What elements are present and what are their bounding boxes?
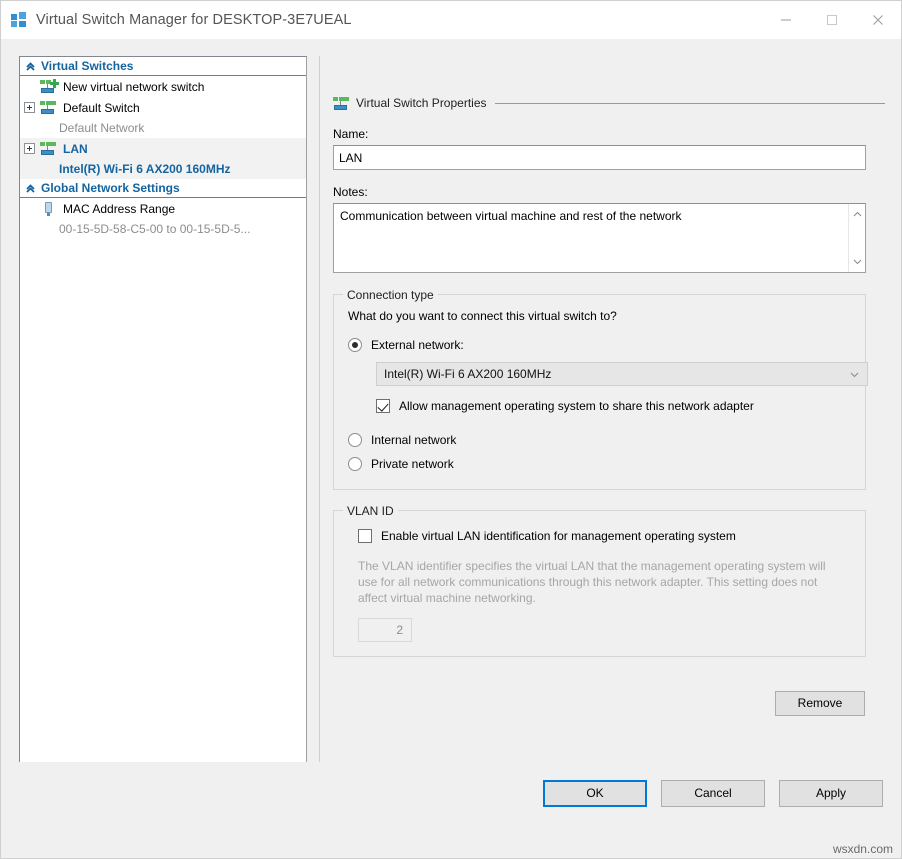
tree-section-label: Global Network Settings: [41, 181, 180, 195]
chevron-down-icon[interactable]: [850, 367, 859, 381]
chevron-up-icon: [24, 60, 37, 73]
plus-box-icon[interactable]: [24, 102, 35, 113]
virtual-switch-manager-icon: [11, 12, 27, 28]
minimize-icon[interactable]: [763, 1, 809, 39]
virtual-switch-icon: [40, 141, 57, 156]
vlan-id-input[interactable]: 2: [358, 618, 412, 642]
apply-button[interactable]: Apply: [779, 780, 883, 807]
notes-scrollbar[interactable]: [848, 204, 865, 272]
dialog-content: Virtual Switches New virtual network swi…: [1, 39, 901, 858]
vlan-id-legend: VLAN ID: [343, 504, 398, 518]
maximize-icon[interactable]: [809, 1, 855, 39]
radio-private-network[interactable]: Private network: [348, 453, 851, 475]
virtual-switch-manager-window: Virtual Switch Manager for DESKTOP-3E7UE…: [0, 0, 902, 859]
tree-section-label: Virtual Switches: [41, 59, 133, 73]
connection-type-question: What do you want to connect this virtual…: [348, 309, 851, 323]
tree-item-label: Default Switch: [63, 101, 140, 115]
tree-item-default-switch[interactable]: Default Switch: [20, 97, 306, 118]
allow-management-os-share-checkbox-row[interactable]: Allow management operating system to sha…: [376, 397, 851, 415]
name-input[interactable]: [333, 145, 866, 170]
radio-label: Private network: [371, 457, 454, 471]
ok-button[interactable]: OK: [543, 780, 647, 807]
tree-section-virtual-switches[interactable]: Virtual Switches: [20, 57, 306, 76]
chevron-up-icon: [24, 182, 37, 195]
radio-label: External network:: [371, 338, 464, 352]
notes-text[interactable]: Communication between virtual machine an…: [334, 204, 848, 272]
enable-vlan-checkbox-row[interactable]: Enable virtual LAN identification for ma…: [358, 527, 851, 545]
caption-buttons: [763, 1, 901, 39]
notes-label: Notes:: [333, 185, 885, 199]
tree-item-lan[interactable]: LAN: [20, 138, 306, 159]
checkbox-icon[interactable]: [376, 399, 390, 413]
tree-item-sublabel: Default Network: [59, 121, 144, 135]
group-title: Virtual Switch Properties: [356, 96, 487, 110]
radio-external-network[interactable]: External network:: [348, 334, 851, 356]
tree-section-global-network-settings[interactable]: Global Network Settings: [20, 179, 306, 198]
name-label: Name:: [333, 127, 885, 141]
properties-panel: Virtual Switch Properties Name: Notes: C…: [319, 56, 885, 800]
external-adapter-dropdown[interactable]: Intel(R) Wi-Fi 6 AX200 160MHz: [376, 362, 868, 386]
title-bar: Virtual Switch Manager for DESKTOP-3E7UE…: [1, 1, 901, 39]
navigation-tree[interactable]: Virtual Switches New virtual network swi…: [19, 56, 307, 800]
virtual-switch-properties-header: Virtual Switch Properties: [333, 94, 885, 112]
vlan-id-group: VLAN ID Enable virtual LAN identificatio…: [333, 510, 866, 657]
radio-button-icon[interactable]: [348, 338, 362, 352]
tree-item-lan-sublabel[interactable]: Intel(R) Wi-Fi 6 AX200 160MHz: [20, 159, 306, 179]
radio-label: Internal network: [371, 433, 456, 447]
footer-buttons: OK Cancel Apply: [543, 780, 883, 807]
virtual-switch-icon: [333, 96, 350, 111]
checkbox-icon[interactable]: [358, 529, 372, 543]
chevron-down-icon[interactable]: [849, 254, 865, 270]
watermark: wsxdn.com: [833, 842, 893, 856]
connection-type-legend: Connection type: [343, 288, 438, 302]
connection-type-group: Connection type What do you want to conn…: [333, 294, 866, 490]
checkbox-label: Enable virtual LAN identification for ma…: [381, 529, 736, 543]
window-title: Virtual Switch Manager for DESKTOP-3E7UE…: [36, 12, 352, 28]
tree-item-label: LAN: [63, 142, 88, 156]
group-divider: [495, 103, 886, 104]
checkbox-label: Allow management operating system to sha…: [399, 399, 754, 413]
cancel-button[interactable]: Cancel: [661, 780, 765, 807]
tree-item-sublabel: 00-15-5D-58-C5-00 to 00-15-5D-5...: [59, 222, 250, 236]
virtual-switch-icon: [40, 100, 57, 115]
vlan-description: The VLAN identifier specifies the virtua…: [358, 558, 828, 606]
tree-item-sublabel: Intel(R) Wi-Fi 6 AX200 160MHz: [59, 162, 230, 176]
external-adapter-value: Intel(R) Wi-Fi 6 AX200 160MHz: [384, 367, 850, 381]
radio-button-icon[interactable]: [348, 433, 362, 447]
mac-address-icon: [40, 201, 57, 217]
close-icon[interactable]: [855, 1, 901, 39]
tree-item-mac-address-range-sublabel[interactable]: 00-15-5D-58-C5-00 to 00-15-5D-5...: [20, 219, 306, 239]
dialog-footer: OK Cancel Apply wsxdn.com: [1, 762, 901, 858]
chevron-up-icon[interactable]: [849, 206, 865, 222]
tree-item-default-switch-sublabel[interactable]: Default Network: [20, 118, 306, 138]
new-virtual-switch-icon: [40, 79, 57, 94]
remove-button[interactable]: Remove: [775, 691, 865, 716]
tree-item-label: MAC Address Range: [63, 202, 175, 216]
plus-box-icon[interactable]: [24, 143, 35, 154]
tree-item-mac-address-range[interactable]: MAC Address Range: [20, 198, 306, 219]
tree-item-label: New virtual network switch: [63, 80, 204, 94]
radio-button-icon[interactable]: [348, 457, 362, 471]
radio-internal-network[interactable]: Internal network: [348, 429, 851, 451]
notes-field[interactable]: Communication between virtual machine an…: [333, 203, 866, 273]
tree-item-new-virtual-network-switch[interactable]: New virtual network switch: [20, 76, 306, 97]
